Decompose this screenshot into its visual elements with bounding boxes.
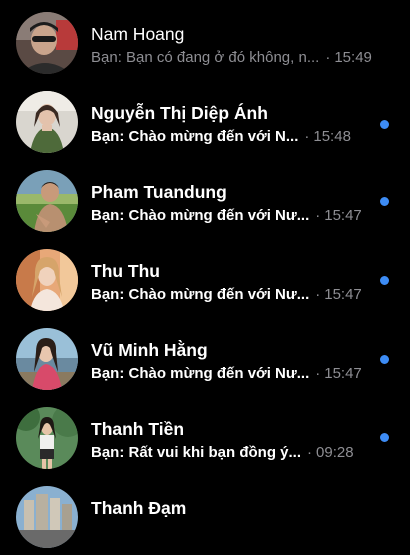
conversation-row-nguyen-thi-diep-anh[interactable]: Nguyễn Thị Diệp Ánh Bạn: Chào mừng đến v… [0,82,410,160]
separator-dot: · [325,49,331,66]
message-preview-line: Bạn: Bạn có đang ở đó không, n... · 15:4… [91,49,391,66]
unread-indicator-dot [380,197,389,206]
message-preview: Bạn: Chào mừng đến với Nư... [91,207,310,224]
conversation-row-thu-thu[interactable]: Thu Thu Bạn: Chào mừng đến với Nư... · 1… [0,240,410,318]
conversation-row-thanh-tien[interactable]: Thanh Tiền Bạn: Rất vui khi bạn đồng ý..… [0,398,410,476]
message-preview-line: Bạn: Chào mừng đến với Nư... · 15:47 [91,365,391,382]
avatar[interactable] [16,12,78,74]
timestamp: 15:47 [324,207,362,224]
separator-dot: · [315,286,321,303]
separator-dot: · [307,444,313,461]
timestamp: 15:47 [324,365,362,382]
separator-dot: · [304,128,310,145]
timestamp: 15:49 [334,49,372,66]
separator-dot: · [315,207,321,224]
message-preview: Bạn: Chào mừng đến với Nư... [91,286,310,303]
contact-name: Thu Thu [91,261,161,281]
avatar[interactable] [16,249,78,311]
message-preview: Bạn: Rất vui khi bạn đồng ý... [91,444,302,461]
unread-indicator-dot [380,276,389,285]
timestamp: 09:28 [316,444,354,461]
unread-indicator-dot [380,120,389,129]
message-preview-line: Bạn: Rất vui khi bạn đồng ý... · 09:28 [91,444,391,461]
message-preview: Bạn: Chào mừng đến với Nư... [91,365,310,382]
conversation-row-pham-tuandung[interactable]: Pham Tuandung Bạn: Chào mừng đến với Nư.… [0,161,410,239]
timestamp: 15:48 [313,128,351,145]
message-preview-line: Bạn: Chào mừng đến với Nư... · 15:47 [91,286,391,303]
contact-name: Nguyễn Thị Diệp Ánh [91,103,268,123]
contact-name: Nam Hoang [91,24,185,44]
avatar[interactable] [16,407,78,469]
unread-indicator-dot [380,355,389,364]
message-preview: Bạn: Bạn có đang ở đó không, n... [91,49,320,66]
separator-dot: · [315,365,321,382]
conversation-row-thanh-dam[interactable]: Thanh Đạm [0,477,410,555]
conversation-row-vu-minh-hang[interactable]: Vũ Minh Hằng Bạn: Chào mừng đến với Nư..… [0,319,410,397]
message-preview-line: Bạn: Chào mừng đến với Nư... · 15:47 [91,207,391,224]
avatar[interactable] [16,170,78,232]
message-preview-line: Bạn: Chào mừng đến với N... · 15:48 [91,128,391,145]
avatar[interactable] [16,486,78,548]
contact-name: Vũ Minh Hằng [91,340,208,360]
conversation-row-nam-hoang[interactable]: Nam Hoang Bạn: Bạn có đang ở đó không, n… [0,4,410,82]
message-preview: Bạn: Chào mừng đến với N... [91,128,299,145]
contact-name: Thanh Tiền [91,419,185,439]
contact-name: Pham Tuandung [91,182,227,202]
timestamp: 15:47 [324,286,362,303]
avatar[interactable] [16,328,78,390]
avatar[interactable] [16,91,78,153]
unread-indicator-dot [380,433,389,442]
contact-name: Thanh Đạm [91,498,187,518]
